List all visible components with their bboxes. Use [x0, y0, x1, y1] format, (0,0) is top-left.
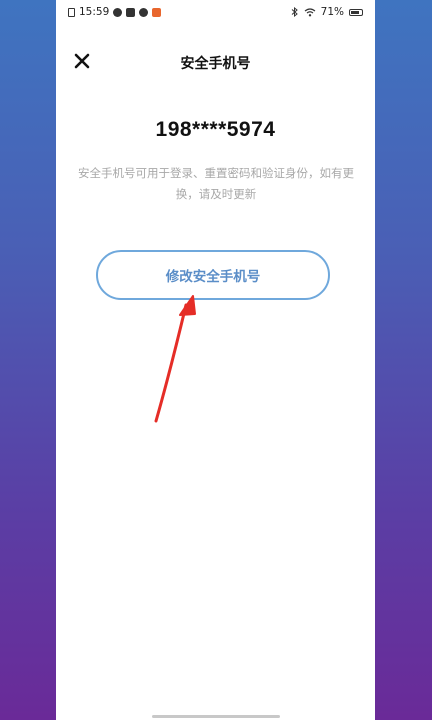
- home-indicator[interactable]: [152, 715, 280, 718]
- phone-screen: 15:59 71% 安全手机号 198****5974 安全手机号可用于登录、重…: [56, 0, 375, 720]
- red-arrow-annotation: [154, 295, 196, 423]
